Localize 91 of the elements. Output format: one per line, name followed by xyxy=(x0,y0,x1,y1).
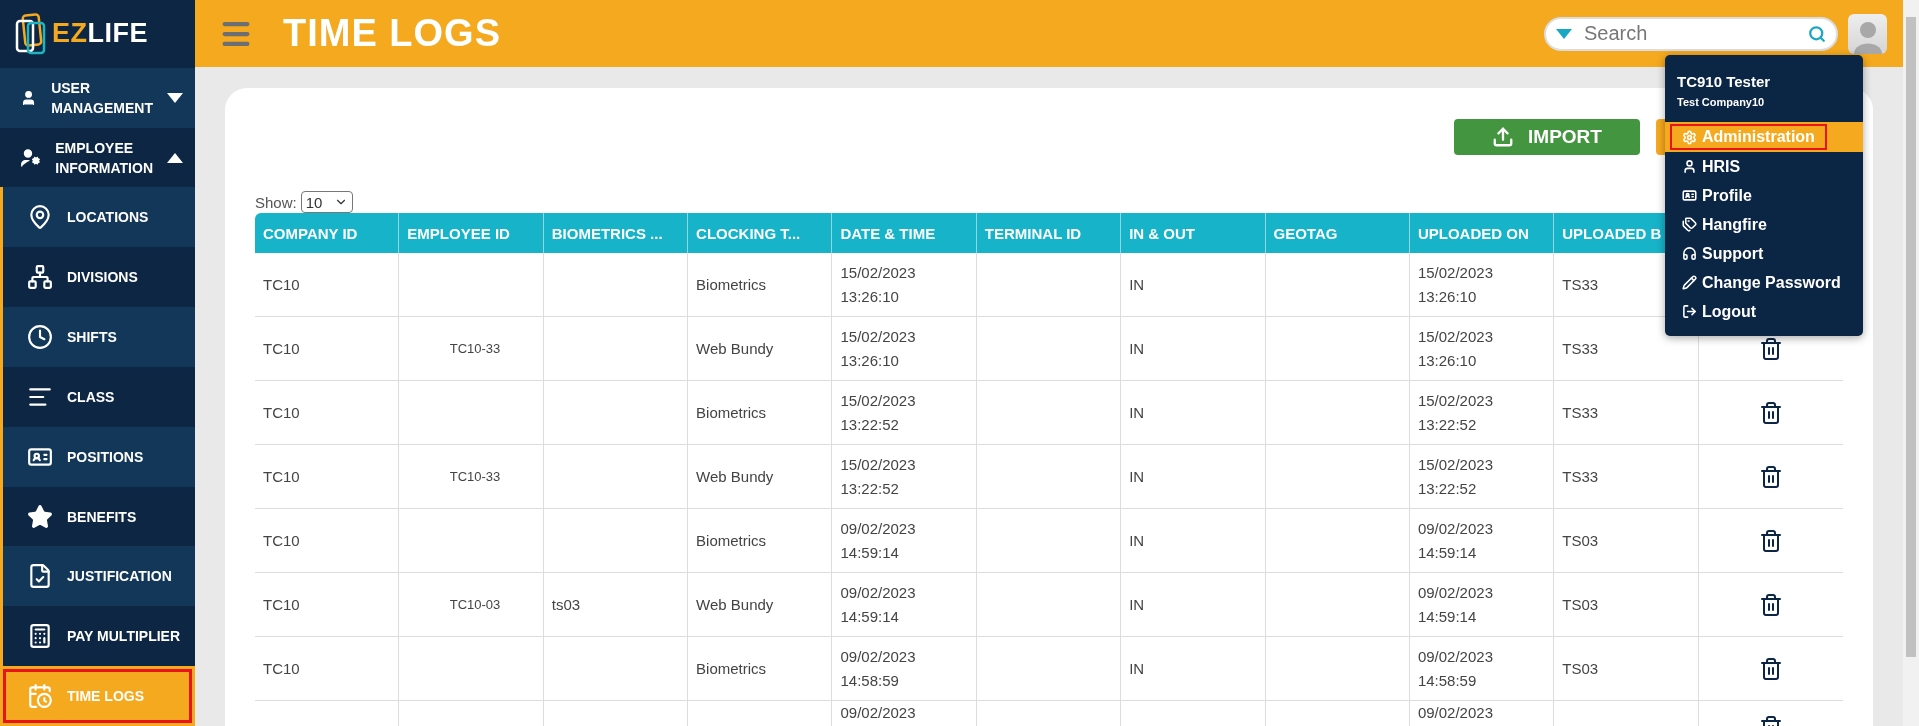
table-cell-text: TC10 xyxy=(263,402,300,423)
table-cell-text: Web Bundy xyxy=(696,338,774,359)
table-cell-text: 15/02/2023 13:26:10 xyxy=(1417,326,1493,371)
table-cell-text: 15/02/2023 13:22:52 xyxy=(1417,454,1493,499)
hierarchy-icon xyxy=(27,264,53,291)
sidebar-item[interactable]: POSITIONS xyxy=(0,426,195,487)
table-cell-text: TS33 xyxy=(1562,466,1599,487)
search-field[interactable]: Search xyxy=(1544,16,1838,51)
menu-item[interactable]: Support xyxy=(1672,242,1774,265)
table-cell-text: TC10 xyxy=(263,594,300,615)
table-cell-text: Biometrics xyxy=(696,274,767,295)
table-cell-text: TC10 xyxy=(263,274,300,295)
table-cell-text: Biometrics xyxy=(696,402,767,423)
menu-item[interactable]: Change Password xyxy=(1672,271,1851,294)
table-cell-text: TS33 xyxy=(1562,338,1599,359)
logo-icon xyxy=(14,12,48,55)
sidebar-item[interactable]: SHIFTS xyxy=(0,307,195,367)
table-cell-text: 15/02/2023 13:26:10 xyxy=(1417,262,1493,307)
star-icon xyxy=(27,503,53,530)
table-cell-text: IN xyxy=(1129,338,1145,359)
table-cell-text: IN xyxy=(1129,530,1145,551)
document-check-icon xyxy=(27,563,53,590)
page-title: TIME LOGS xyxy=(283,12,502,55)
logout-icon xyxy=(1682,304,1697,319)
menu-item[interactable]: HRIS xyxy=(1672,155,1751,178)
table-cell-text: TS03 xyxy=(1562,594,1599,615)
clock-icon xyxy=(27,324,53,351)
table-cell-text: IN xyxy=(1129,466,1145,487)
table-cell-text: Web Bundy xyxy=(696,594,774,615)
table-cell-text: TS03 xyxy=(1562,658,1599,679)
table-cell-text: 15/02/2023 13:26:10 xyxy=(840,326,916,371)
delete-icon[interactable] xyxy=(1758,336,1783,361)
table-cell-text: TS03 xyxy=(1562,530,1599,551)
table-cell-text: 09/02/2023 xyxy=(1417,703,1493,723)
show-label: Show: xyxy=(255,193,297,211)
delete-icon[interactable] xyxy=(1758,400,1783,425)
table-cell-text: 09/02/2023 14:58:59 xyxy=(840,646,916,691)
delete-icon[interactable] xyxy=(1758,528,1783,553)
search-icon[interactable] xyxy=(1808,24,1826,43)
table-cell-text: IN xyxy=(1129,402,1145,423)
sidebar-item[interactable]: USER MANAGEMENT xyxy=(0,67,195,128)
table-cell-text: TC10 xyxy=(263,338,300,359)
table-cell-text: TC10 xyxy=(263,658,300,679)
table-cell-text: 09/02/2023 14:59:14 xyxy=(1417,582,1493,627)
map-pin-icon xyxy=(27,204,53,231)
menu-item[interactable]: Logout xyxy=(1672,300,1767,323)
table-cell-text: TS33 xyxy=(1562,274,1599,295)
import-button[interactable]: IMPORT xyxy=(1454,119,1640,155)
calendar-clock-icon xyxy=(27,683,53,709)
table-cell-text: IN xyxy=(1129,658,1145,679)
sidebar-item[interactable]: LOCATIONS xyxy=(0,187,195,248)
menu-item[interactable]: Profile xyxy=(1672,184,1762,207)
company-name: Test Company10 xyxy=(1676,95,1766,110)
scrollbar[interactable] xyxy=(1903,0,1919,726)
table-cell-text: TC10 xyxy=(263,530,300,551)
table-cell-text: TC10-33 xyxy=(449,339,501,358)
table-cell-text: 09/02/2023 14:59:14 xyxy=(840,518,916,563)
pencil-icon xyxy=(1682,275,1697,290)
table-cell-text: TC10-03 xyxy=(449,595,501,614)
table-cell-text: IN xyxy=(1129,274,1145,295)
sidebar-item[interactable]: JUSTIFICATION xyxy=(0,546,195,607)
table-cell-text: IN xyxy=(1129,594,1145,615)
table-cell-text: 09/02/2023 14:58:59 xyxy=(1417,646,1493,691)
logo-text: EZLIFE xyxy=(52,18,148,50)
menu-item[interactable]: Hangfire xyxy=(1672,213,1777,236)
table-cell-text: 15/02/2023 13:26:10 xyxy=(840,262,916,307)
table-cell-text: 09/02/2023 xyxy=(840,703,916,723)
user-name: TC910 Tester xyxy=(1676,73,1772,90)
table-cell-text: TC10-33 xyxy=(449,467,501,486)
headphones-icon xyxy=(1682,246,1697,261)
table-cell-text: 15/02/2023 13:22:52 xyxy=(840,454,916,499)
table-cell-text: 09/02/2023 14:59:14 xyxy=(1417,518,1493,563)
delete-icon[interactable] xyxy=(1758,464,1783,489)
id-card-icon xyxy=(1682,188,1697,203)
table-cell-text: TS33 xyxy=(1562,402,1599,423)
table-cell-text: TC10 xyxy=(263,466,300,487)
upload-icon xyxy=(1492,126,1515,148)
person-icon xyxy=(1682,159,1697,174)
delete-icon[interactable] xyxy=(1758,656,1783,681)
table-cell-text: Web Bundy xyxy=(696,466,774,487)
table-cell-text: Biometrics xyxy=(696,530,767,551)
table-cell-text: Biometrics xyxy=(696,658,767,679)
table-cell-text: ts03 xyxy=(551,594,581,615)
gear-icon xyxy=(1682,129,1697,145)
caret-icon[interactable] xyxy=(1556,28,1572,39)
calculator-icon xyxy=(27,623,53,650)
table-cell-text: 09/02/2023 14:59:14 xyxy=(840,582,916,627)
tags-icon xyxy=(1682,217,1697,232)
delete-icon[interactable] xyxy=(1758,592,1783,617)
table-cell-text: 15/02/2023 13:22:52 xyxy=(1417,390,1493,435)
table-cell-text: 15/02/2023 13:22:52 xyxy=(840,390,916,435)
